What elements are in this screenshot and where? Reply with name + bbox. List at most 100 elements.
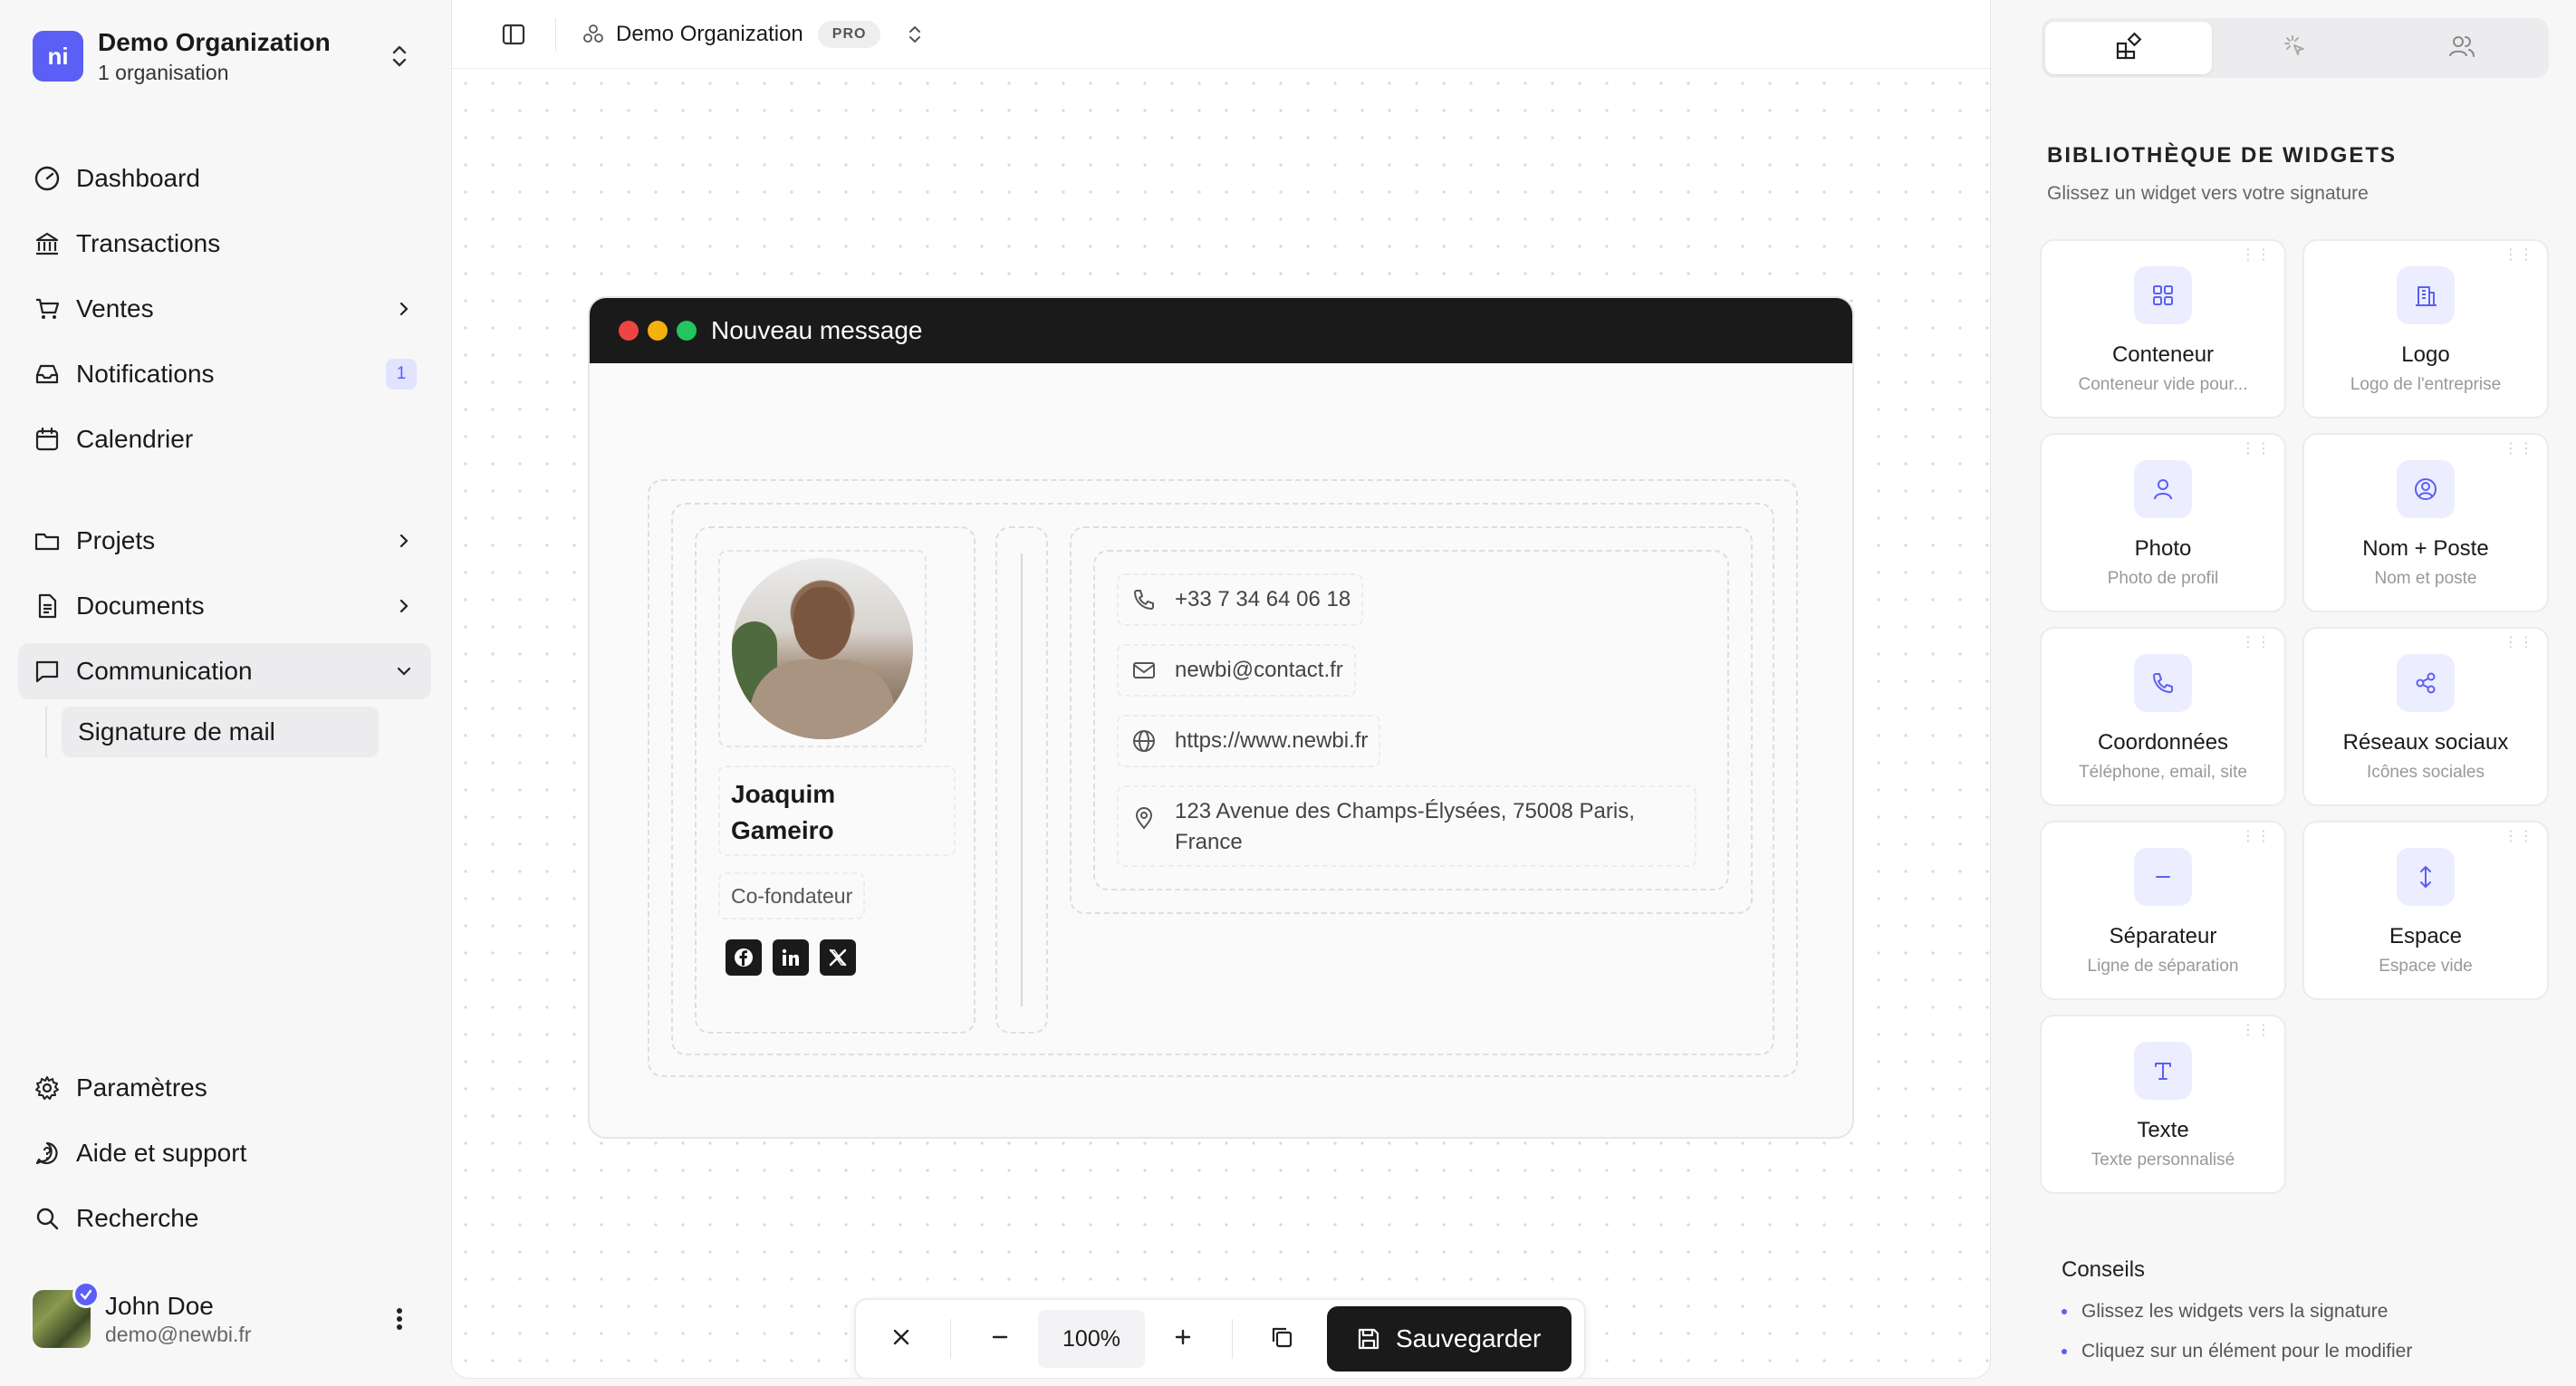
photo-widget[interactable] bbox=[718, 550, 927, 747]
sidebar-item-dashboard[interactable]: Dashboard bbox=[18, 150, 431, 207]
email-preview-window: Nouveau message Joaquim Gameiro Co-fonda… bbox=[588, 296, 1854, 1139]
last-name: Gameiro bbox=[731, 816, 834, 844]
message-square-icon bbox=[33, 657, 62, 686]
gauge-icon bbox=[33, 164, 62, 193]
sidebar-item-aide[interactable]: Aide et support bbox=[18, 1125, 431, 1181]
tips-section: Conseils Glissez les widgets vers la sig… bbox=[2062, 1257, 2412, 1362]
widget-card-nom-poste[interactable]: ⋮⋮ Nom + Poste Nom et poste bbox=[2302, 433, 2549, 612]
minus-icon bbox=[989, 1326, 1011, 1352]
drag-handle-icon[interactable]: ⋮⋮ bbox=[2241, 830, 2272, 844]
contact-phone[interactable]: +33 7 34 64 06 18 bbox=[1117, 573, 1364, 626]
drag-handle-icon[interactable]: ⋮⋮ bbox=[2241, 1024, 2272, 1038]
drag-handle-icon[interactable]: ⋮⋮ bbox=[2241, 636, 2272, 650]
x-twitter-icon[interactable] bbox=[820, 939, 856, 976]
org-subtitle: 1 organisation bbox=[98, 60, 229, 84]
drag-handle-icon[interactable]: ⋮⋮ bbox=[2504, 248, 2534, 263]
sidebar-item-label: Communication bbox=[76, 657, 253, 685]
widgets-icon bbox=[2113, 31, 2144, 66]
widget-card-logo[interactable]: ⋮⋮ Logo Logo de l'entreprise bbox=[2302, 239, 2549, 419]
sidebar-item-label: Recherche bbox=[76, 1204, 199, 1232]
widget-card-coordonnees[interactable]: ⋮⋮ Coordonnées Téléphone, email, site bbox=[2040, 627, 2286, 806]
help-chat-icon bbox=[33, 1139, 62, 1168]
tab-effects[interactable] bbox=[2212, 22, 2379, 74]
sidebar-item-label: Paramètres bbox=[76, 1073, 207, 1102]
sidebar-item-transactions[interactable]: Transactions bbox=[18, 216, 431, 272]
calendar-icon bbox=[33, 425, 62, 454]
org-switcher[interactable]: ni Demo Organization 1 organisation bbox=[33, 27, 413, 85]
chevron-down-icon bbox=[391, 659, 417, 684]
sidebar-item-projets[interactable]: Projets bbox=[18, 513, 431, 569]
widget-card-reseaux[interactable]: ⋮⋮ Réseaux sociaux Icônes sociales bbox=[2302, 627, 2549, 806]
topbar-org-name[interactable]: Demo Organization bbox=[616, 22, 803, 47]
sidebar-item-label: Transactions bbox=[76, 229, 221, 257]
email-window-header: Nouveau message bbox=[590, 298, 1852, 363]
save-button[interactable]: Sauvegarder bbox=[1327, 1306, 1572, 1372]
tab-widgets[interactable] bbox=[2045, 22, 2212, 74]
chevron-up-down-icon[interactable] bbox=[386, 38, 413, 74]
divider bbox=[555, 17, 556, 51]
widget-name: Coordonnées bbox=[2097, 730, 2229, 755]
tip-item: Cliquez sur un élément pour le modifier bbox=[2062, 1341, 2412, 1362]
more-vertical-icon[interactable] bbox=[386, 1301, 413, 1337]
drag-handle-icon[interactable]: ⋮⋮ bbox=[2241, 248, 2272, 263]
sidebar-item-notifications[interactable]: Notifications 1 bbox=[18, 346, 431, 402]
settings-icon bbox=[33, 1073, 62, 1102]
drag-handle-icon[interactable]: ⋮⋮ bbox=[2504, 830, 2534, 844]
email-window-title: Nouveau message bbox=[711, 316, 923, 344]
window-maximize-dot bbox=[677, 321, 697, 341]
verified-icon bbox=[72, 1281, 100, 1308]
widget-card-espace[interactable]: ⋮⋮ Espace Espace vide bbox=[2302, 821, 2549, 1000]
zoom-level: 100% bbox=[1038, 1310, 1145, 1368]
widget-name: Nom + Poste bbox=[2362, 536, 2489, 561]
copy-button[interactable] bbox=[1244, 1310, 1320, 1368]
grid-icon bbox=[2134, 266, 2192, 324]
signature-canvas[interactable]: Nouveau message Joaquim Gameiro Co-fonda… bbox=[452, 70, 1990, 1378]
sidebar-item-recherche[interactable]: Recherche bbox=[18, 1190, 431, 1246]
editor-main: Demo Organization PRO Nouveau message Jo… bbox=[451, 0, 1991, 1379]
facebook-icon[interactable] bbox=[726, 939, 762, 976]
divider bbox=[1232, 1319, 1233, 1359]
divider bbox=[950, 1319, 951, 1359]
sidebar-item-documents[interactable]: Documents bbox=[18, 578, 431, 634]
sparkle-cursor-icon bbox=[2282, 33, 2309, 64]
drag-handle-icon[interactable]: ⋮⋮ bbox=[2241, 442, 2272, 457]
drag-handle-icon[interactable]: ⋮⋮ bbox=[2504, 442, 2534, 457]
chevron-up-down-icon[interactable] bbox=[899, 18, 931, 51]
widget-desc: Icônes sociales bbox=[2367, 763, 2485, 782]
sidebar-item-label: Calendrier bbox=[76, 425, 194, 453]
contact-address[interactable]: 123 Avenue des Champs-Élysées, 75008 Par… bbox=[1117, 785, 1697, 867]
communication-subnav: Signature de mail bbox=[45, 707, 380, 757]
sidebar-item-label: Documents bbox=[76, 592, 205, 620]
role-widget[interactable]: Co-fondateur bbox=[718, 872, 866, 919]
phone-icon bbox=[1129, 585, 1158, 614]
widget-name: Espace bbox=[2389, 924, 2463, 948]
address-line-1: 123 Avenue des Champs-Élysées, 75008 Par… bbox=[1175, 799, 1635, 823]
sidebar-item-calendrier[interactable]: Calendrier bbox=[18, 411, 431, 467]
bottom-nav: Paramètres Aide et support Recherche bbox=[18, 1060, 431, 1256]
sidebar-subitem-signature[interactable]: Signature de mail bbox=[62, 707, 379, 757]
widget-card-conteneur[interactable]: ⋮⋮ Conteneur Conteneur vide pour... bbox=[2040, 239, 2286, 419]
chevron-right-icon bbox=[391, 593, 417, 619]
widget-name: Conteneur bbox=[2111, 342, 2215, 367]
tab-users[interactable] bbox=[2379, 22, 2545, 74]
sidebar-toggle-icon[interactable] bbox=[497, 18, 530, 51]
org-name: Demo Organization bbox=[98, 27, 331, 56]
zoom-out-button[interactable] bbox=[962, 1310, 1038, 1368]
sidebar-item-parametres[interactable]: Paramètres bbox=[18, 1060, 431, 1116]
widget-card-photo[interactable]: ⋮⋮ Photo Photo de profil bbox=[2040, 433, 2286, 612]
name-widget[interactable]: Joaquim Gameiro bbox=[718, 765, 956, 856]
contact-website[interactable]: https://www.newbi.fr bbox=[1117, 715, 1381, 767]
org-cluster-icon bbox=[582, 23, 605, 46]
linkedin-icon[interactable] bbox=[773, 939, 809, 976]
user-menu[interactable]: John Doe demo@newbi.fr bbox=[33, 1281, 413, 1352]
drag-handle-icon[interactable]: ⋮⋮ bbox=[2504, 636, 2534, 650]
signature-separator-column[interactable] bbox=[995, 526, 1048, 1034]
widget-card-separateur[interactable]: ⋮⋮ Séparateur Ligne de séparation bbox=[2040, 821, 2286, 1000]
sidebar-item-communication[interactable]: Communication bbox=[18, 643, 431, 699]
zoom-in-button[interactable] bbox=[1145, 1310, 1221, 1368]
close-button[interactable] bbox=[863, 1310, 939, 1368]
contact-email[interactable]: newbi@contact.fr bbox=[1117, 644, 1356, 697]
sidebar-item-ventes[interactable]: Ventes bbox=[18, 281, 431, 337]
widget-card-texte[interactable]: ⋮⋮ Texte Texte personnalisé bbox=[2040, 1015, 2286, 1194]
widget-name: Texte bbox=[2137, 1118, 2189, 1142]
